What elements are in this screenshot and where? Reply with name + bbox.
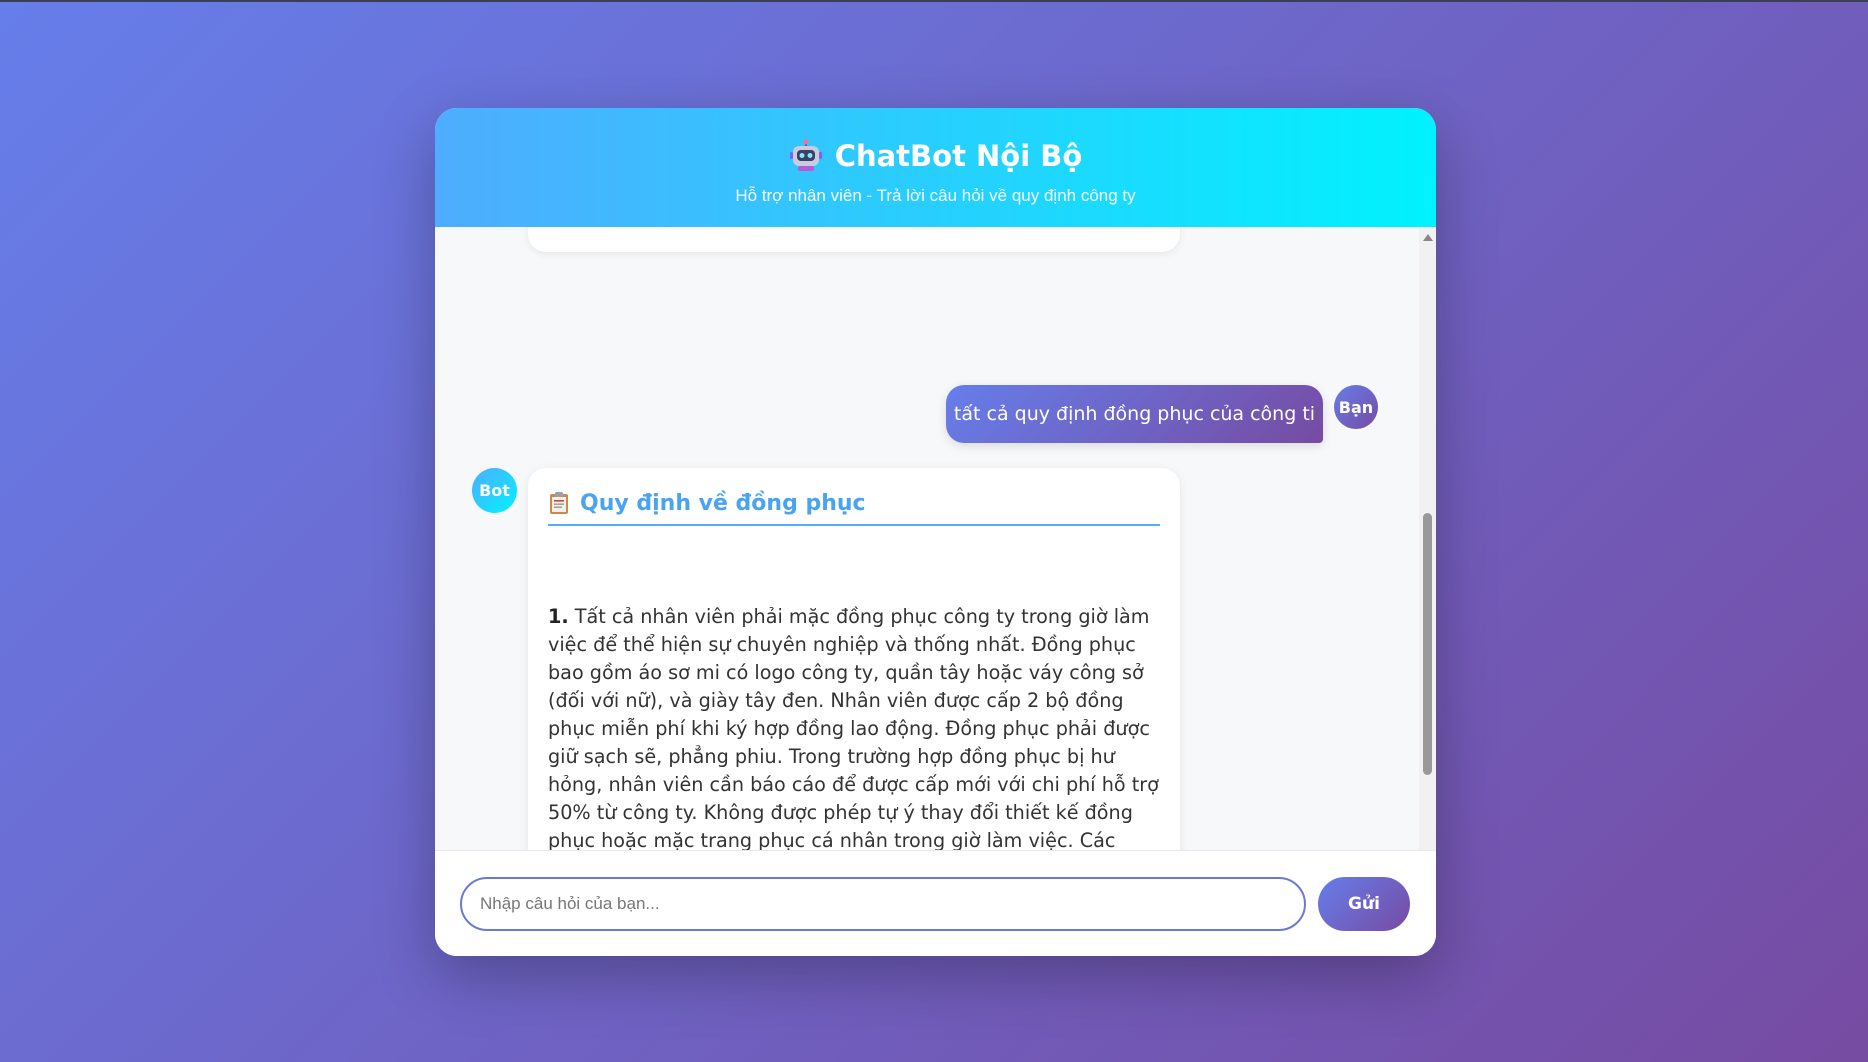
message-composer: Gửi: [435, 850, 1436, 956]
messages-scrollbar[interactable]: [1419, 227, 1436, 956]
user-avatar: Bạn: [1334, 385, 1378, 429]
message-input[interactable]: [460, 877, 1306, 931]
send-button[interactable]: Gửi: [1318, 877, 1410, 931]
window-top-border: [0, 0, 1868, 2]
user-message-bubble: tất cả quy định đồng phục của công ti: [946, 385, 1323, 443]
bot-message-heading: Quy định về đồng phục: [548, 482, 1160, 526]
chat-window: ChatBot Nội Bộ Hỗ trợ nhân viên - Trả lờ…: [435, 108, 1436, 956]
scroll-thumb[interactable]: [1423, 513, 1432, 775]
clipboard-icon: [548, 491, 570, 515]
header-title: ChatBot Nội Bộ: [435, 136, 1436, 176]
message-list[interactable]: tất cả quy định đồng phục của công ti Bạ…: [435, 227, 1436, 956]
chat-header: ChatBot Nội Bộ Hỗ trợ nhân viên - Trả lờ…: [435, 108, 1436, 227]
bot-avatar: Bot: [472, 468, 517, 513]
scroll-up-icon[interactable]: [1423, 234, 1433, 241]
robot-icon: [789, 139, 823, 173]
app-subtitle: Hỗ trợ nhân viên - Trả lời câu hỏi về qu…: [735, 186, 1136, 205]
bot-item-number: 1.: [548, 605, 569, 628]
bot-heading-text: Quy định về đồng phục: [580, 490, 866, 516]
app-title: ChatBot Nội Bộ: [834, 139, 1083, 173]
previous-bot-message: [528, 227, 1180, 252]
